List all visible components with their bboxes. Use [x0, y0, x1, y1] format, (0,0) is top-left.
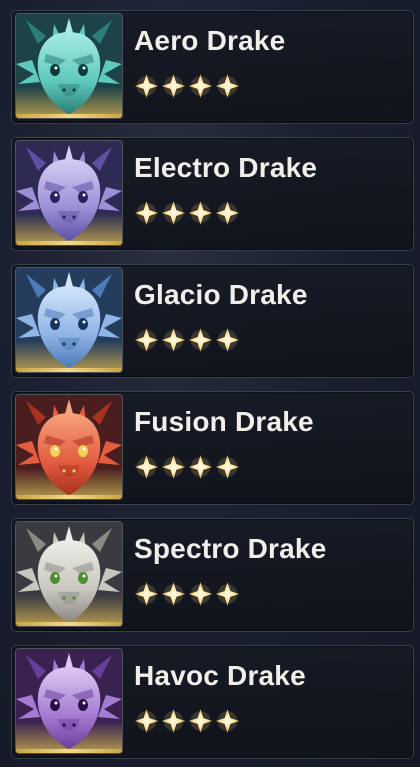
drake-list: Aero Drake Electro Drake Glacio Drake Fu…: [0, 0, 420, 767]
drake-card-fusion[interactable]: Fusion Drake: [11, 391, 414, 505]
star-icon: [188, 74, 213, 98]
star-icon: [215, 709, 240, 733]
star-icon: [188, 455, 213, 479]
star-icon: [134, 328, 159, 352]
drake-name: Electro Drake: [134, 152, 318, 183]
drake-card-electro[interactable]: Electro Drake: [11, 137, 414, 251]
drake-name: Glacio Drake: [134, 279, 308, 310]
drake-name: Spectro Drake: [134, 533, 327, 564]
aero-drake-portrait: [16, 14, 122, 118]
electro-drake-portrait: [16, 141, 122, 245]
rarity-stars: [133, 71, 241, 103]
rarity-stars: [133, 452, 241, 484]
drake-name: Havoc Drake: [134, 660, 306, 691]
glacio-drake-portrait: [16, 268, 122, 372]
star-icon: [134, 582, 159, 606]
rarity-stars: [133, 579, 241, 611]
star-icon: [161, 709, 186, 733]
star-icon: [188, 582, 213, 606]
star-icon: [215, 455, 240, 479]
star-icon: [161, 201, 186, 225]
star-icon: [134, 201, 159, 225]
star-icon: [134, 74, 159, 98]
drake-name: Fusion Drake: [134, 406, 314, 437]
drake-card-glacio[interactable]: Glacio Drake: [11, 264, 414, 378]
spectro-drake-portrait: [16, 522, 122, 626]
star-icon: [161, 455, 186, 479]
star-icon: [134, 455, 159, 479]
star-icon: [215, 74, 240, 98]
star-icon: [215, 328, 240, 352]
star-icon: [215, 201, 240, 225]
star-icon: [134, 709, 159, 733]
rarity-stars: [133, 325, 241, 357]
star-icon: [188, 328, 213, 352]
star-icon: [215, 582, 240, 606]
rarity-stars: [133, 198, 241, 230]
fusion-drake-portrait: [16, 395, 122, 499]
havoc-drake-portrait: [16, 649, 122, 753]
star-icon: [161, 328, 186, 352]
star-icon: [161, 74, 186, 98]
drake-name: Aero Drake: [134, 25, 286, 56]
rarity-stars: [133, 706, 241, 738]
drake-card-spectro[interactable]: Spectro Drake: [11, 518, 414, 632]
star-icon: [161, 582, 186, 606]
drake-card-aero[interactable]: Aero Drake: [11, 10, 414, 124]
drake-card-havoc[interactable]: Havoc Drake: [11, 645, 414, 759]
star-icon: [188, 201, 213, 225]
star-icon: [188, 709, 213, 733]
